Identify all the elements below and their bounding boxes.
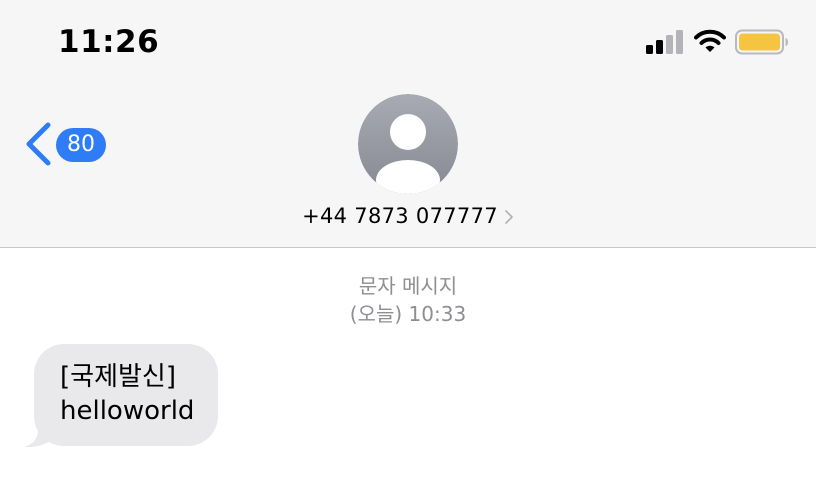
contact-avatar[interactable] bbox=[358, 94, 458, 194]
message-bubble: [국제발신] helloworld bbox=[34, 344, 219, 446]
contact-name: +44 7873 077777 bbox=[302, 204, 498, 228]
wifi-icon bbox=[694, 29, 726, 52]
cellular-signal-icon bbox=[646, 28, 686, 54]
message-line: helloworld bbox=[60, 396, 195, 426]
message-line: [국제발신] bbox=[60, 362, 176, 392]
contact-info-button[interactable]: +44 7873 077777 bbox=[0, 200, 816, 232]
incoming-message[interactable]: [국제발신] helloworld bbox=[22, 344, 219, 448]
message-timestamp: (오늘) 10:33 bbox=[349, 302, 467, 326]
unread-count-badge: 80 bbox=[56, 128, 106, 162]
back-button[interactable]: 80 bbox=[24, 122, 114, 166]
service-label: 문자 메시지 bbox=[358, 274, 458, 298]
battery-icon bbox=[735, 29, 788, 55]
chevron-left-icon bbox=[26, 122, 51, 166]
person-avatar-icon bbox=[358, 94, 458, 194]
thread-meta: 문자 메시지 (오늘) 10:33 bbox=[0, 272, 816, 328]
status-time: 11:26 bbox=[58, 24, 160, 60]
chevron-right-icon bbox=[505, 210, 513, 224]
conversation-header: 11:26 80 +44 7873 077777 bbox=[0, 0, 816, 248]
